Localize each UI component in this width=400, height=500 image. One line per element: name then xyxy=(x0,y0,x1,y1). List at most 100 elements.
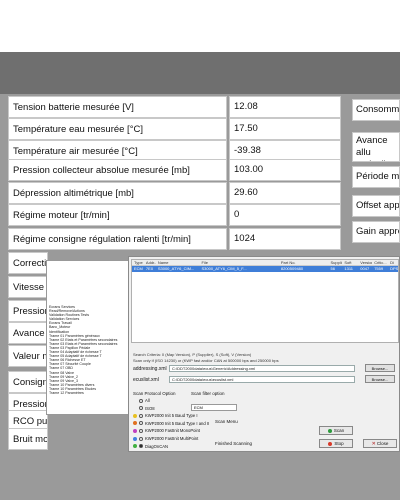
ecuslist-path-field[interactable]: C:\DDT2000data\ecus\ecuslist.xml xyxy=(169,376,355,383)
scan-icon xyxy=(327,428,332,433)
ecuslist-browse-button[interactable]: Browse... xyxy=(365,375,395,383)
param-label-right: Période moy xyxy=(352,166,400,188)
scan-button[interactable]: Scan xyxy=(319,426,353,435)
addressing-label: addressing.xml xyxy=(133,366,167,372)
addressing-path-field[interactable]: C:\DDT2000data\ecus\Generic\Addressing.x… xyxy=(169,365,355,372)
param-label: Température eau mesurée [°C] xyxy=(8,118,227,140)
ecu-scan-dialog: TypeAddr...NameFilePart No.SupplierSoftV… xyxy=(128,256,400,452)
ecu-cell: 56 xyxy=(330,266,335,271)
protocol-option[interactable]: KWP2000 Init 5 Baud Type I xyxy=(133,413,198,418)
param-label: Avance a xyxy=(8,322,48,344)
protocol-radio[interactable] xyxy=(139,406,143,411)
close-button[interactable]: ✕Close xyxy=(363,439,397,448)
ecu-cell: ECM xyxy=(134,266,143,271)
protocol-option-label: KWP2000 FastInit MultiPoint xyxy=(145,436,199,441)
ecu-column-header[interactable]: Name xyxy=(156,260,200,265)
protocol-radio[interactable] xyxy=(139,413,143,418)
protocol-option-label: KWP2000 Init 5 Baud Type I xyxy=(145,413,198,419)
param-label: Pression collecteur absolue mesurée [mb] xyxy=(8,159,227,181)
top-blank-area xyxy=(0,0,400,52)
protocol-option-label: KWP2000 FastInit MonoPoint xyxy=(145,428,200,434)
ecu-cell: 8200509480 xyxy=(280,266,304,271)
search-criteria-text: Search Criteria: 0 (Map Version), P (Sup… xyxy=(133,352,252,357)
param-value: 17.50 xyxy=(229,118,341,140)
protocol-option[interactable]: KWP2000 Init 5 Baud Type I and II xyxy=(133,421,209,426)
param-label: Consigne xyxy=(8,371,48,393)
addressing-browse-button[interactable]: Browse... xyxy=(365,364,395,372)
ecu-cell: DPS xyxy=(390,266,399,271)
protocol-radio[interactable] xyxy=(139,444,143,449)
scan-menu-title: Scan Menu xyxy=(215,419,238,424)
param-label-right: Gain appren xyxy=(352,221,400,243)
param-label: Tension batterie mesurée [V] xyxy=(8,96,227,118)
ecu-column-header[interactable]: Critic... xyxy=(372,260,388,265)
ecu-table[interactable]: TypeAddr...NameFilePart No.SupplierSoftV… xyxy=(131,259,399,343)
param-label: Correctio xyxy=(8,252,48,274)
protocol-radio[interactable] xyxy=(139,428,143,433)
ecu-column-header[interactable]: Supplier xyxy=(328,260,342,265)
ecu-column-header[interactable]: Version xyxy=(358,260,372,265)
param-value: 1024 xyxy=(229,228,341,250)
protocol-option-label: DiagOnCAN xyxy=(145,443,169,449)
scan-protocol-title: Scan Protocol Option xyxy=(133,391,176,396)
protocol-radio[interactable] xyxy=(139,436,143,441)
param-label: Régime moteur [tr/min] xyxy=(8,204,227,226)
protocol-color-icon xyxy=(133,413,137,418)
protocol-option[interactable]: KWP2000 FastInit MonoPoint xyxy=(133,428,200,433)
stop-icon xyxy=(328,441,333,446)
param-label-right: Consommat xyxy=(352,99,400,121)
tree-list[interactable]: Ecrans Services Read/Remove/Actions Vali… xyxy=(47,305,141,395)
protocol-color-icon xyxy=(133,444,137,449)
tree-item[interactable]: Trame 12 Paramètres xyxy=(47,391,141,395)
ecu-table-row-selected[interactable]: ECM 7E0 S3000_ATY6_CIM... S3000_ATY6_CIM_5_… xyxy=(132,266,398,272)
ecu-cell: S3000_ATY6_CIM... xyxy=(157,266,195,271)
param-value: 12.08 xyxy=(229,96,341,118)
ecu-column-header[interactable]: File xyxy=(200,260,279,265)
ecu-column-header[interactable]: Type xyxy=(132,260,144,265)
ecu-cell: 7559 xyxy=(374,266,384,271)
protocol-option[interactable]: ISO8 xyxy=(133,406,155,411)
protocol-color-icon xyxy=(133,406,137,410)
close-button-label: Close xyxy=(376,441,389,446)
ecu-column-header[interactable]: Part No. xyxy=(279,260,329,265)
protocol-option[interactable]: DiagOnCAN xyxy=(133,444,168,449)
protocol-color-icon xyxy=(133,399,137,403)
param-label: Pression xyxy=(8,300,48,322)
param-label: Dépression altimétrique [mb] xyxy=(8,182,227,204)
ecu-cell: 1311 xyxy=(344,266,353,271)
stop-button[interactable]: Stop xyxy=(319,439,353,448)
param-label-right: Offset appr xyxy=(352,195,400,217)
param-value: 0 xyxy=(229,204,341,226)
ecu-column-header[interactable]: Addr... xyxy=(144,260,156,265)
param-label: Vitesse v xyxy=(8,276,48,298)
param-label-right: Avance allu anti_cliquet xyxy=(352,132,400,162)
scan-filter-title: Scan filter option xyxy=(191,391,225,396)
scan-condition-text: Scan only if (ISO 14230) or (KWP fast an… xyxy=(133,358,279,363)
scan-status: Finished Scanning xyxy=(215,441,253,446)
protocol-color-icon xyxy=(133,421,137,426)
param-value: 29.60 xyxy=(229,182,341,204)
protocol-option[interactable]: All xyxy=(133,398,150,403)
close-icon: ✕ xyxy=(371,441,376,447)
ecu-column-header[interactable]: Soft xyxy=(342,260,358,265)
protocol-radio[interactable] xyxy=(139,398,143,403)
protocol-option-label: ISO8 xyxy=(145,405,155,411)
protocol-radio[interactable] xyxy=(139,421,143,426)
ecu-cell: S3000_ATY6_CIM_5_F... xyxy=(201,266,247,271)
ecu-cell: 7E0 xyxy=(145,266,154,271)
tree-blank-area xyxy=(47,261,141,305)
ecu-cell: 0047 xyxy=(360,266,370,271)
title-bar xyxy=(0,52,400,94)
scan-button-label: Scan xyxy=(333,428,345,433)
stop-button-label: Stop xyxy=(334,441,344,446)
protocol-option-label: KWP2000 Init 5 Baud Type I and II xyxy=(145,420,210,426)
protocol-color-icon xyxy=(133,428,137,433)
ecu-column-header[interactable]: Di xyxy=(388,260,398,265)
param-label: Régime consigne régulation ralenti [tr/m… xyxy=(8,228,227,250)
protocol-color-icon xyxy=(133,436,137,441)
scan-filter-select[interactable]: ECM xyxy=(191,404,237,411)
param-label: Bruit moto xyxy=(8,428,48,450)
protocol-option[interactable]: KWP2000 FastInit MultiPoint xyxy=(133,436,198,441)
param-label: Valeur m xyxy=(8,345,48,367)
ecuslist-label: ecuslist.xml xyxy=(133,377,159,383)
